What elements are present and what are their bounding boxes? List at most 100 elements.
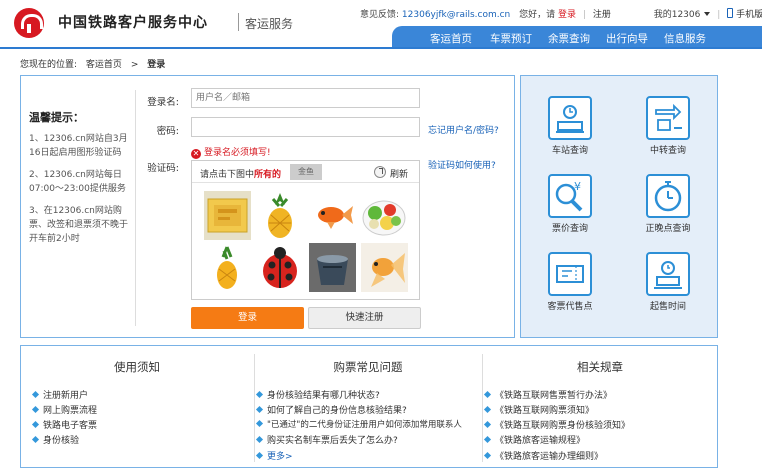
services-panel: 车站查询 中转查询 ¥ 票价查询 正晚点查询 客票代售点 起售时间 xyxy=(520,75,718,338)
nav-item-info-service[interactable]: 信息服务 xyxy=(664,31,706,46)
breadcrumb-home-link[interactable]: 客运首页 xyxy=(86,60,122,70)
bullet-icon xyxy=(31,435,40,444)
captcha-label: 验证码: xyxy=(147,163,179,174)
top-register-link[interactable]: 注册 xyxy=(593,10,611,20)
quick-register-button[interactable]: 快速注册 xyxy=(308,307,421,329)
captcha-image-7[interactable] xyxy=(309,243,356,292)
column-faq: 购票常见问题 身份核验结果有哪几种状态? 如何了解自己的身份信息核验结果? "已… xyxy=(255,346,481,467)
top-login-link[interactable]: 登录 xyxy=(558,10,576,20)
list-item[interactable]: "已通过"的二代身份证注册用户如何添加常用联系人 xyxy=(255,418,462,430)
captcha-image-4[interactable] xyxy=(361,191,408,240)
bullet-icon xyxy=(255,390,264,399)
service-label: 正晚点查询 xyxy=(645,224,691,234)
captcha-prompt-text: 请点击下图中 xyxy=(200,170,255,180)
column-title: 相关规章 xyxy=(577,360,623,374)
captcha-image-2[interactable] xyxy=(257,191,304,240)
list-item[interactable]: 购买实名制车票后丢失了怎么办? xyxy=(255,433,398,446)
main-nav: 客运首页 车票预订 余票查询 出行向导 信息服务 xyxy=(392,26,762,48)
bullet-icon xyxy=(483,405,492,414)
my-12306-menu[interactable]: 我的12306 xyxy=(654,7,711,20)
captcha-image-3[interactable] xyxy=(309,191,356,240)
list-item[interactable]: 网上购票流程 xyxy=(31,403,98,416)
column-regulations: 相关规章 《铁路互联网售票暂行办法》 《铁路互联网购票须知》 《铁路互联网购票身… xyxy=(483,346,717,467)
service-price-query[interactable]: ¥ 票价查询 xyxy=(535,174,605,234)
nav-item-remaining-tickets[interactable]: 余票查询 xyxy=(548,31,590,46)
list-item-label: 注册新用户 xyxy=(43,391,89,401)
captcha-refresh-link[interactable]: 刷新 xyxy=(390,167,408,180)
breadcrumb-arrow: > xyxy=(130,60,139,70)
chevron-down-icon xyxy=(704,12,711,16)
username-error: ✕ 登录名必须填写! xyxy=(191,145,271,159)
column-title: 使用须知 xyxy=(114,360,160,374)
column-title: 购票常见问题 xyxy=(333,360,403,374)
nav-item-home[interactable]: 客运首页 xyxy=(430,31,472,46)
mobile-phone-icon xyxy=(727,8,734,18)
ticket-agent-icon xyxy=(548,252,592,296)
service-label: 客票代售点 xyxy=(547,302,593,312)
mobile-version-link[interactable]: 手机版 xyxy=(727,8,762,20)
list-item[interactable]: 《铁路互联网购票须知》 xyxy=(483,403,594,416)
captcha-image-6[interactable] xyxy=(257,243,304,292)
header-divider xyxy=(238,13,239,31)
service-ticket-agent[interactable]: 客票代售点 xyxy=(535,252,605,312)
separator: | xyxy=(717,10,721,20)
captcha-image-8[interactable] xyxy=(361,243,408,292)
breadcrumb-current: 登录 xyxy=(147,60,166,70)
breadcrumb: 您现在的位置: 客运首页 > 登录 xyxy=(20,57,165,70)
refresh-icon[interactable] xyxy=(374,166,386,178)
service-station-query[interactable]: 车站查询 xyxy=(535,96,605,156)
captcha-prompt-emphasis: 所有的 xyxy=(254,170,282,180)
service-sale-time[interactable]: 起售时间 xyxy=(633,252,703,312)
list-item[interactable]: 注册新用户 xyxy=(31,388,89,401)
password-input[interactable] xyxy=(191,117,420,137)
feedback-email-link[interactable]: 12306yjfk@rails.com.cn xyxy=(402,10,510,20)
site-name[interactable]: 中国铁路客户服务中心 xyxy=(58,12,208,32)
top-utility-bar: 意见反馈: 12306yjfk@rails.com.cn 您好，请 登录 | 注… xyxy=(360,7,762,20)
captcha-image-1[interactable] xyxy=(204,191,251,240)
list-item[interactable]: 《铁路旅客运输规程》 xyxy=(483,433,586,446)
error-icon: ✕ xyxy=(191,149,201,159)
list-item[interactable]: 身份核验结果有哪几种状态? xyxy=(255,388,380,401)
site-subtitle: 客运服务 xyxy=(245,17,294,31)
list-item[interactable]: 如何了解自己的身份信息核验结果? xyxy=(255,403,407,416)
nav-item-booking[interactable]: 车票预订 xyxy=(490,31,532,46)
bullet-icon xyxy=(483,451,492,460)
list-item-label: 《铁路旅客运输规程》 xyxy=(495,436,586,446)
captcha-image-5[interactable] xyxy=(204,243,251,292)
more-link[interactable]: 更多> xyxy=(255,449,293,462)
login-button[interactable]: 登录 xyxy=(191,307,304,329)
forgot-password-link[interactable]: 忘记用户名/密码? xyxy=(428,123,499,136)
nav-item-travel-guide[interactable]: 出行向导 xyxy=(606,31,648,46)
bullet-icon xyxy=(255,451,264,460)
list-item[interactable]: 《铁路旅客运输办理细则》 xyxy=(483,449,603,462)
separator: | xyxy=(582,10,586,20)
column-usage-notes: 使用须知 注册新用户 网上购票流程 铁路电子客票 身份核验 xyxy=(21,346,253,467)
username-label: 登录名: xyxy=(147,97,179,108)
list-item-label: 购买实名制车票后丢失了怎么办? xyxy=(267,436,398,446)
tip-item: 3、在12306.cn网站购票、改签和退票须不晚于开车前2小时 xyxy=(29,206,129,244)
sale-time-icon xyxy=(646,252,690,296)
bullet-icon xyxy=(483,390,492,399)
list-item[interactable]: 身份核验 xyxy=(31,433,79,446)
list-item[interactable]: 铁路电子客票 xyxy=(31,418,98,431)
service-label: 中转查询 xyxy=(649,146,686,156)
site-header: 中国铁路客户服务中心 客运服务 意见反馈: 12306yjfk@rails.co… xyxy=(0,0,762,49)
captcha-box: 请点击下图中所有的 金鱼 刷新 xyxy=(191,160,420,300)
service-label: 票价查询 xyxy=(551,224,588,234)
railway-logo-icon[interactable] xyxy=(14,8,44,38)
list-item-label: 网上购票流程 xyxy=(43,406,98,416)
station-icon xyxy=(548,96,592,140)
stopwatch-icon xyxy=(646,174,690,218)
captcha-help-link[interactable]: 验证码如何使用? xyxy=(428,158,496,171)
bullet-icon xyxy=(255,405,264,414)
greeting-text: 您好，请 xyxy=(519,10,556,20)
tip-item: 2、12306.cn网站每日07:00～23:00提供服务 xyxy=(29,170,126,194)
service-transfer-query[interactable]: 中转查询 xyxy=(633,96,703,156)
list-item[interactable]: 《铁路互联网购票身份核验须知》 xyxy=(483,418,630,431)
price-search-icon: ¥ xyxy=(548,174,592,218)
tips-title: 温馨提示： xyxy=(29,111,84,124)
service-delay-query[interactable]: 正晚点查询 xyxy=(633,174,703,234)
username-input[interactable] xyxy=(191,88,420,108)
list-item-label: 铁路电子客票 xyxy=(43,421,98,431)
list-item[interactable]: 《铁路互联网售票暂行办法》 xyxy=(483,388,612,401)
